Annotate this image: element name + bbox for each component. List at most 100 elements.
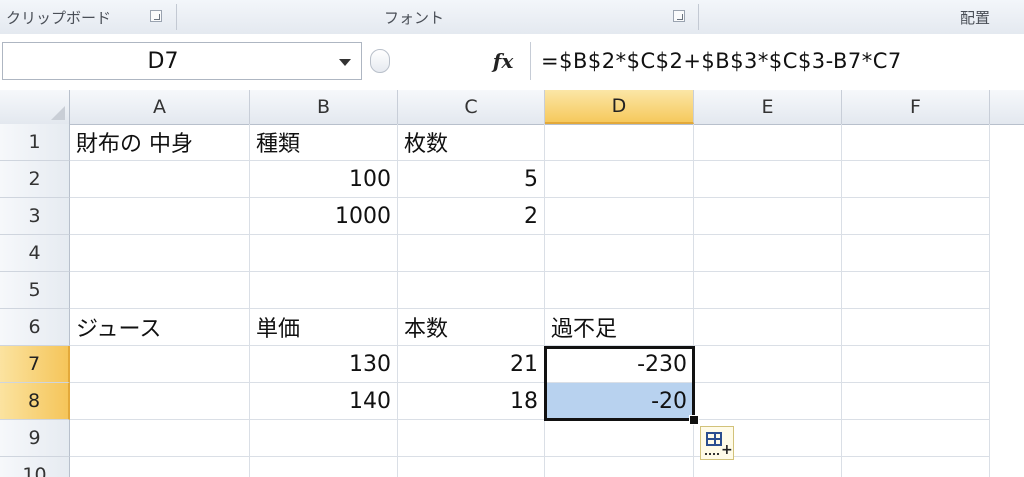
auto-fill-options-button[interactable]: + — [700, 426, 734, 460]
cell-c10[interactable] — [398, 457, 545, 477]
name-box[interactable]: D7 — [2, 42, 362, 80]
column-header-g-partial[interactable] — [990, 90, 1024, 124]
cell-d4[interactable] — [545, 235, 694, 272]
name-box-splitter[interactable] — [366, 44, 390, 78]
cell-c2[interactable]: 5 — [398, 161, 545, 198]
cell-c6[interactable]: 本数 — [398, 309, 545, 346]
row-header-5[interactable]: 5 — [0, 272, 70, 309]
column-header-f[interactable]: F — [842, 90, 990, 124]
cell-d8-selected[interactable]: -20 — [545, 383, 694, 420]
excel-window: クリップボード フォント 配置 D7 fx =$B$2*$C$2+$B$3*$C… — [0, 0, 1024, 477]
cell-b10[interactable] — [250, 457, 398, 477]
row-header-3[interactable]: 3 — [0, 198, 70, 235]
cell-e5[interactable] — [694, 272, 842, 309]
cell-d5[interactable] — [545, 272, 694, 309]
cell-e6[interactable] — [694, 309, 842, 346]
column-header-b[interactable]: B — [250, 90, 398, 124]
cell-a7[interactable] — [70, 346, 250, 383]
cell-b6[interactable]: 単価 — [250, 309, 398, 346]
cell-b5[interactable] — [250, 272, 398, 309]
cell-d7-active[interactable]: -230 — [545, 346, 694, 383]
cell-b1[interactable]: 種類 — [250, 124, 398, 161]
chevron-down-icon[interactable] — [339, 59, 351, 66]
cell-a1[interactable]: 財布の 中身 — [70, 124, 250, 161]
formula-buttons: fx — [392, 42, 530, 80]
insert-function-icon[interactable]: fx — [488, 45, 518, 77]
cell-d1[interactable] — [545, 124, 694, 161]
name-box-value: D7 — [147, 48, 179, 74]
cell-d9[interactable] — [545, 420, 694, 457]
cell-b3[interactable]: 1000 — [250, 198, 398, 235]
cell-f2[interactable] — [842, 161, 990, 198]
row-header-8[interactable]: 8 — [0, 383, 70, 420]
cell-a6[interactable]: ジュース — [70, 309, 250, 346]
ribbon-group-clipboard-label: クリップボード — [6, 8, 112, 27]
row-header-7[interactable]: 7 — [0, 346, 70, 383]
row-header-6[interactable]: 6 — [0, 309, 70, 346]
plus-icon: + — [721, 442, 733, 458]
formula-input[interactable]: =$B$2*$C$2+$B$3*$C$3-B7*C7 — [530, 42, 1022, 80]
cell-f1[interactable] — [842, 124, 990, 161]
cell-a5[interactable] — [70, 272, 250, 309]
cell-c5[interactable] — [398, 272, 545, 309]
cell-f10[interactable] — [842, 457, 990, 477]
cell-e7[interactable] — [694, 346, 842, 383]
cell-e10[interactable] — [694, 457, 842, 477]
cell-b9[interactable] — [250, 420, 398, 457]
row-header-2[interactable]: 2 — [0, 161, 70, 198]
select-all-button[interactable] — [0, 90, 70, 124]
cell-e4[interactable] — [694, 235, 842, 272]
column-header-row: A B C D E F — [0, 90, 1024, 125]
cell-b8[interactable]: 140 — [250, 383, 398, 420]
cell-f5[interactable] — [842, 272, 990, 309]
cell-f9[interactable] — [842, 420, 990, 457]
cell-a2[interactable] — [70, 161, 250, 198]
cell-e2[interactable] — [694, 161, 842, 198]
clipboard-dialog-launcher-icon[interactable] — [150, 10, 162, 22]
cell-f4[interactable] — [842, 235, 990, 272]
cell-a10[interactable] — [70, 457, 250, 477]
column-header-d[interactable]: D — [545, 90, 694, 124]
ribbon-group-font-label: フォント — [384, 8, 445, 27]
cell-f3[interactable] — [842, 198, 990, 235]
splitter-knob-icon[interactable] — [370, 49, 390, 73]
cell-d6[interactable]: 過不足 — [545, 309, 694, 346]
cell-c3[interactable]: 2 — [398, 198, 545, 235]
row-header-1[interactable]: 1 — [0, 124, 70, 161]
cell-b7[interactable]: 130 — [250, 346, 398, 383]
ribbon-group-labels: クリップボード フォント 配置 — [0, 0, 1024, 35]
cell-d3[interactable] — [545, 198, 694, 235]
auto-fill-options-icon — [706, 432, 722, 446]
fill-handle[interactable] — [689, 415, 699, 425]
cell-a9[interactable] — [70, 420, 250, 457]
cell-d10[interactable] — [545, 457, 694, 477]
cell-e3[interactable] — [694, 198, 842, 235]
cell-f7[interactable] — [842, 346, 990, 383]
cell-e8[interactable] — [694, 383, 842, 420]
dotted-line-icon — [705, 449, 719, 455]
cell-c8[interactable]: 18 — [398, 383, 545, 420]
font-dialog-launcher-icon[interactable] — [673, 10, 685, 22]
cell-e1[interactable] — [694, 124, 842, 161]
row-header-10[interactable]: 10 — [0, 457, 70, 477]
cell-c4[interactable] — [398, 235, 545, 272]
cell-b4[interactable] — [250, 235, 398, 272]
cell-f8[interactable] — [842, 383, 990, 420]
formula-bar: D7 fx =$B$2*$C$2+$B$3*$C$3-B7*C7 — [0, 34, 1024, 91]
row-header-9[interactable]: 9 — [0, 420, 70, 457]
column-header-c[interactable]: C — [398, 90, 545, 124]
cell-c9[interactable] — [398, 420, 545, 457]
cell-c1[interactable]: 枚数 — [398, 124, 545, 161]
cell-a8[interactable] — [70, 383, 250, 420]
cell-f6[interactable] — [842, 309, 990, 346]
row-header-4[interactable]: 4 — [0, 235, 70, 272]
cell-d2[interactable] — [545, 161, 694, 198]
ribbon-separator — [176, 4, 177, 30]
cell-a4[interactable] — [70, 235, 250, 272]
cell-c7[interactable]: 21 — [398, 346, 545, 383]
cell-a3[interactable] — [70, 198, 250, 235]
column-header-e[interactable]: E — [694, 90, 842, 124]
cell-b2[interactable]: 100 — [250, 161, 398, 198]
column-header-a[interactable]: A — [70, 90, 250, 124]
worksheet-grid[interactable]: A B C D E F 1 2 3 4 5 6 7 8 9 10 財布の 中身 … — [0, 90, 1024, 477]
